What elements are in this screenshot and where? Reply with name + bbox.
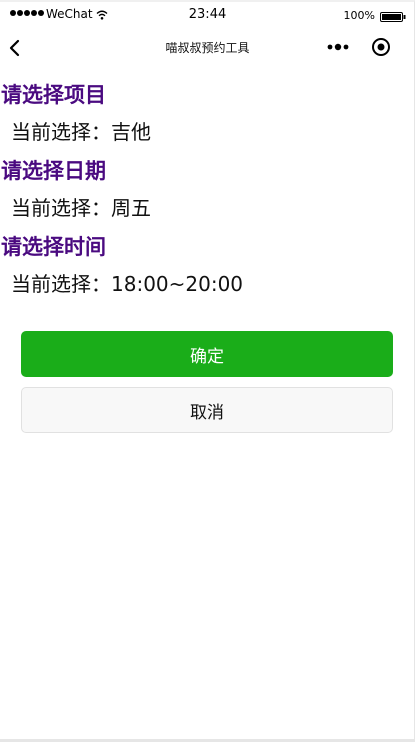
section-time: 请选择时间 当前选择：18:00~20:00 (0, 232, 415, 299)
section-date: 请选择日期 当前选择：周五 (0, 156, 415, 223)
section-title-time: 请选择时间 (1, 235, 106, 259)
nav-bar: 喵叔叔预约工具 (0, 30, 415, 66)
current-choice-time[interactable]: 当前选择：18:00~20:00 (0, 269, 415, 299)
battery-icon (380, 12, 406, 22)
phone-frame: WeChat 23:44 100% 喵叔叔预约工具 请选择项目 当前选择：吉他 … (0, 0, 415, 742)
current-label: 当前选择： (11, 196, 111, 220)
section-title-project: 请选择项目 (1, 83, 106, 107)
current-choice-project[interactable]: 当前选择：吉他 (0, 117, 415, 147)
section-title-date: 请选择日期 (1, 159, 106, 183)
current-label: 当前选择： (11, 120, 111, 144)
target-circle-icon[interactable] (370, 36, 392, 58)
current-choice-date[interactable]: 当前选择：周五 (0, 193, 415, 223)
current-label: 当前选择： (11, 272, 111, 296)
current-value: 周五 (111, 196, 151, 220)
page-title: 喵叔叔预约工具 (165, 41, 250, 55)
cancel-button[interactable]: 取消 (21, 387, 393, 433)
current-value: 吉他 (111, 120, 151, 144)
battery-percent: 100% (343, 9, 375, 22)
confirm-button[interactable]: 确定 (21, 331, 393, 377)
current-value: 18:00~20:00 (111, 272, 244, 296)
content: 请选择项目 当前选择：吉他 请选择日期 当前选择：周五 请选择时间 当前选择：1… (0, 80, 415, 308)
status-bar: WeChat 23:44 100% (0, 4, 415, 28)
section-project: 请选择项目 当前选择：吉他 (0, 80, 415, 147)
more-dots-icon[interactable] (326, 41, 350, 53)
